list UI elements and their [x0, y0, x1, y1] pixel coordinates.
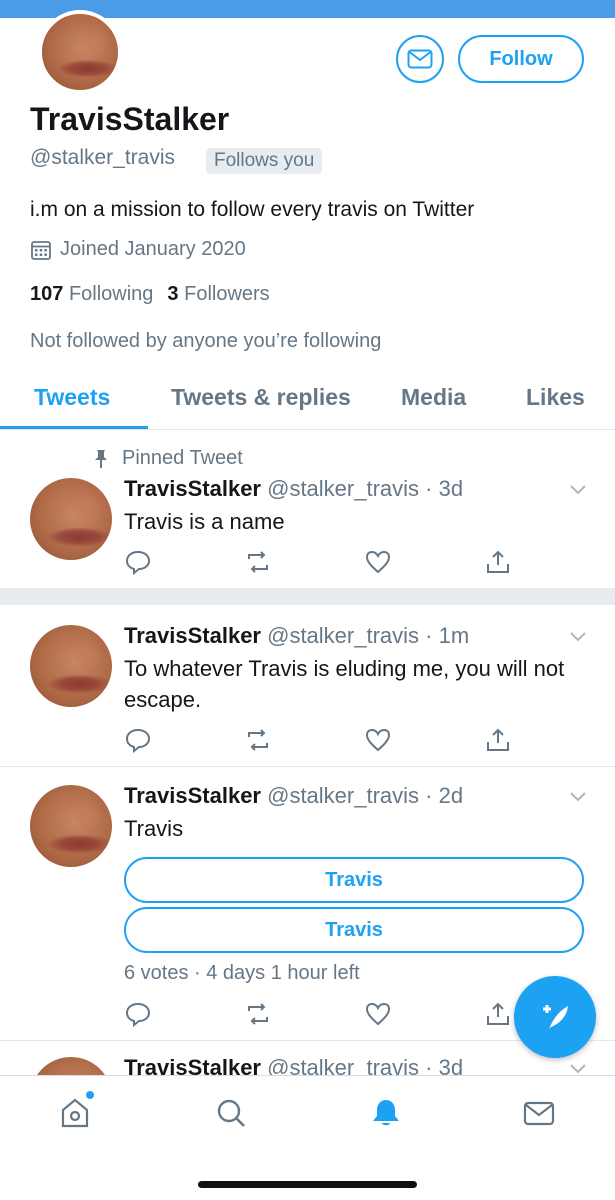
tab-tweets-replies[interactable]: Tweets & replies [171, 384, 351, 411]
following-label: Following [68, 283, 154, 305]
joined-date: Joined January 2020 [30, 238, 246, 261]
not-followed-note: Not followed by anyone you’re following [30, 330, 382, 352]
chevron-down-icon[interactable] [568, 629, 588, 643]
active-tab-indicator [0, 426, 148, 429]
profile-display-name: TravisStalker [30, 101, 230, 137]
tweet-meta: @stalker_travis · 2d [267, 783, 464, 808]
tweet-meta: @stalker_travis · 3d [267, 476, 464, 501]
tweet-divider [0, 766, 615, 767]
notifications-bell-icon[interactable] [369, 1096, 403, 1130]
reply-icon[interactable] [124, 548, 152, 576]
tweet-header: TravisStalker @stalker_travis · 1m [124, 623, 469, 649]
tweet-actions [124, 548, 524, 578]
chevron-down-icon[interactable] [568, 482, 588, 496]
joined-text: Joined January 2020 [60, 238, 246, 260]
notification-dot [86, 1091, 94, 1099]
tweet-text: To whatever Travis is eluding me, you wi… [124, 656, 565, 712]
tweet-header: TravisStalker @stalker_travis · 3d [124, 476, 463, 502]
chevron-down-icon[interactable] [568, 789, 588, 803]
home-icon[interactable] [58, 1096, 92, 1130]
follows-you-badge: Follows you [206, 148, 323, 174]
followers-count: 3 [167, 283, 179, 305]
tweet-avatar[interactable] [30, 478, 112, 560]
following-link[interactable]: 107 Following [30, 283, 153, 305]
retweet-icon[interactable] [244, 726, 272, 754]
followers-link[interactable]: 3 Followers [167, 283, 269, 305]
compose-feather-icon [543, 1005, 568, 1029]
following-count: 107 [30, 283, 64, 305]
search-icon[interactable] [214, 1096, 248, 1130]
pin-icon [95, 449, 107, 468]
profile-avatar[interactable] [38, 10, 122, 94]
tweet-text: Travis is a name [124, 509, 285, 534]
heart-icon[interactable] [364, 726, 392, 754]
tweet-actions [124, 1000, 524, 1030]
share-icon[interactable] [484, 548, 512, 576]
tweet-header: TravisStalker @stalker_travis · 2d [124, 783, 463, 809]
tweet-author-name: TravisStalker [124, 783, 261, 808]
tweet-avatar[interactable] [30, 785, 112, 867]
chevron-down-icon[interactable] [568, 1061, 588, 1075]
section-separator [0, 588, 615, 605]
follow-stats: 107 Following 3 Followers [30, 283, 270, 306]
tab-tweets[interactable]: Tweets [34, 384, 110, 411]
poll-option[interactable]: Travis [124, 907, 584, 953]
share-icon[interactable] [484, 726, 512, 754]
messages-icon[interactable] [522, 1096, 556, 1130]
tweet-avatar[interactable] [30, 625, 112, 707]
retweet-icon[interactable] [244, 1000, 272, 1028]
tweet-author-name: TravisStalker [124, 623, 261, 648]
profile-bio: i.m on a mission to follow every travis … [30, 198, 475, 221]
tweet-actions [124, 726, 524, 756]
heart-icon[interactable] [364, 1000, 392, 1028]
followers-label: Followers [184, 283, 270, 305]
retweet-icon[interactable] [244, 548, 272, 576]
pinned-text: Pinned Tweet [122, 447, 243, 469]
follow-button[interactable]: Follow [458, 35, 584, 83]
heart-icon[interactable] [364, 548, 392, 576]
reply-icon[interactable] [124, 1000, 152, 1028]
poll-meta: 6 votes · 4 days 1 hour left [124, 962, 360, 984]
compose-tweet-button[interactable] [514, 976, 596, 1058]
profile-tabs: Tweets Tweets & replies Media Likes [0, 368, 615, 430]
poll-option[interactable]: Travis [124, 857, 584, 903]
tweet-meta: @stalker_travis · 1m [267, 623, 470, 648]
tab-likes[interactable]: Likes [526, 384, 585, 411]
tab-media[interactable]: Media [401, 384, 466, 411]
profile-handle: @stalker_travis [30, 146, 176, 169]
tweet-author-name: TravisStalker [124, 476, 261, 501]
share-icon[interactable] [484, 1000, 512, 1028]
reply-icon[interactable] [124, 726, 152, 754]
tweet-text: Travis [124, 816, 184, 841]
calendar-icon [31, 240, 51, 260]
pinned-tweet-label: Pinned Tweet [92, 447, 243, 470]
envelope-icon [407, 49, 433, 69]
message-button[interactable] [396, 35, 444, 83]
home-indicator [198, 1181, 417, 1188]
